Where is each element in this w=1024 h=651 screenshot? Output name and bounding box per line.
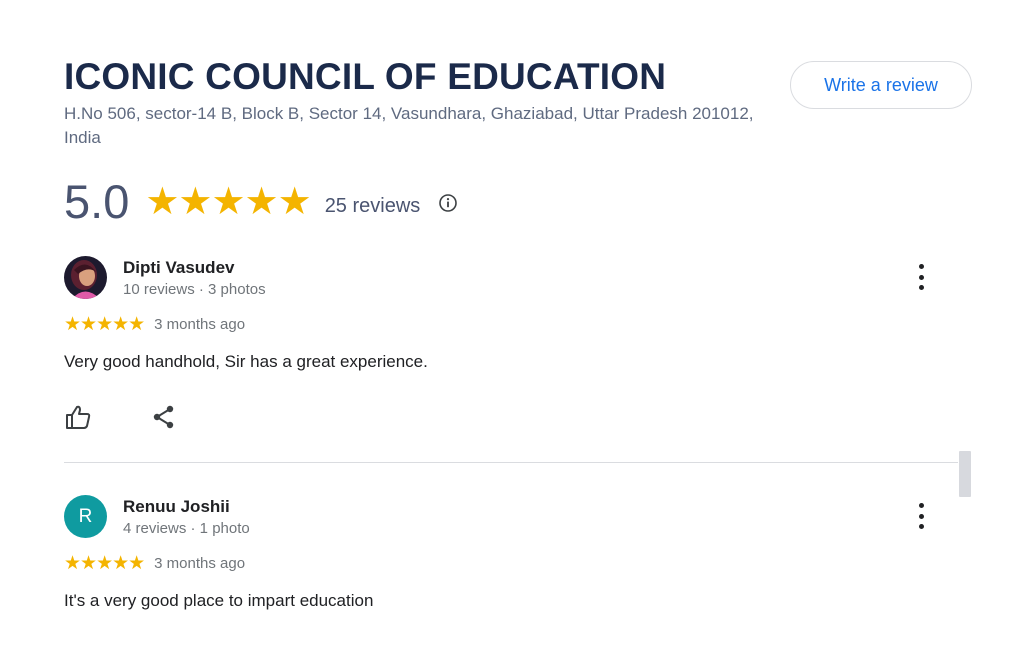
review-author[interactable]: Dipti Vasudev xyxy=(123,258,234,278)
more-options-icon[interactable] xyxy=(914,503,928,529)
rating-stars: ★★★★★ xyxy=(145,181,311,223)
review-rating: ★★★★★ 3 months ago xyxy=(64,313,245,336)
review-text: Very good handhold, Sir has a great expe… xyxy=(64,352,428,371)
review-divider xyxy=(64,462,958,463)
place-title: ICONIC COUNCIL OF EDUCATION xyxy=(64,56,667,97)
review-author-meta: 10 reviews · 3 photos xyxy=(123,281,266,298)
review-text: It's a very good place to impart educati… xyxy=(64,591,374,610)
review-date: 3 months ago xyxy=(154,555,246,572)
info-icon[interactable] xyxy=(438,193,458,213)
like-icon[interactable] xyxy=(64,404,92,430)
rating-summary: 5.0 ★★★★★ 25 reviews xyxy=(64,176,458,228)
avatar[interactable]: R xyxy=(64,495,107,538)
avatar[interactable] xyxy=(64,256,107,299)
review-author-meta: 4 reviews · 1 photo xyxy=(123,520,250,537)
write-review-button[interactable]: Write a review xyxy=(790,61,972,109)
review-stars: ★★★★★ xyxy=(64,553,145,574)
viewport-bottom xyxy=(0,610,1024,651)
review-item: Dipti Vasudev 10 reviews · 3 photos ★★★★… xyxy=(64,256,944,446)
more-options-icon[interactable] xyxy=(914,264,928,290)
review-date: 3 months ago xyxy=(154,316,246,333)
profile-photo-icon xyxy=(64,256,107,299)
review-count[interactable]: 25 reviews xyxy=(325,195,421,218)
review-stars: ★★★★★ xyxy=(64,314,145,335)
place-address: H.No 506, sector-14 B, Block B, Sector 1… xyxy=(64,104,754,147)
scrollbar-thumb[interactable] xyxy=(959,451,971,497)
share-icon[interactable] xyxy=(152,404,176,430)
review-rating: ★★★★★ 3 months ago xyxy=(64,552,245,575)
review-author[interactable]: Renuu Joshii xyxy=(123,497,230,517)
average-rating: 5.0 xyxy=(64,175,130,228)
